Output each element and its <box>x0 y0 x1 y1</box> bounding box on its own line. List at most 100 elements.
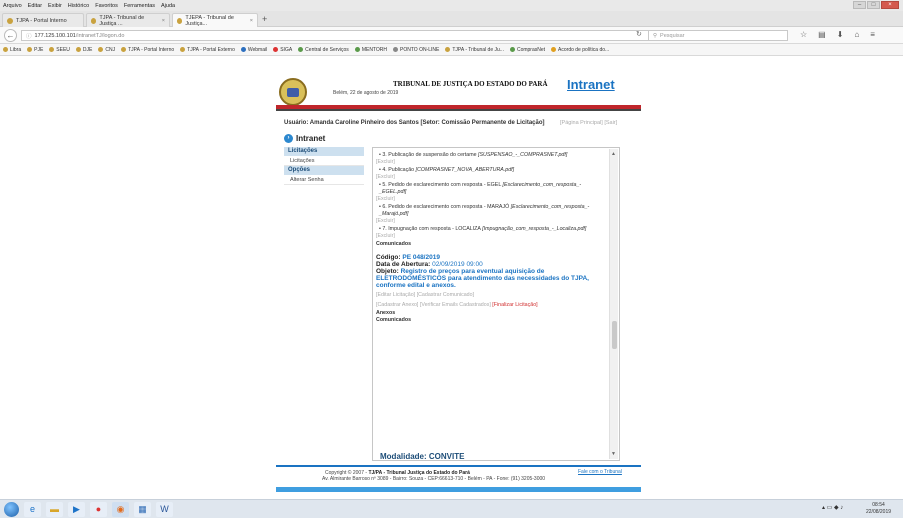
close-tab-icon[interactable]: × <box>250 18 253 24</box>
url-bar[interactable]: ⓘ 177.125.100.101 /intranetTJ/logon.do <box>21 30 650 41</box>
bookmark-item[interactable]: TJPA - Portal Interno <box>121 47 174 53</box>
bookmark-favicon-icon <box>49 46 55 52</box>
search-icon: ⚲ <box>653 32 658 39</box>
arrow-circle-icon: › <box>284 134 293 143</box>
download-icon[interactable]: ⬇ <box>837 30 844 39</box>
scroll-up-arrow-icon[interactable]: ▲ <box>611 151 616 157</box>
sidebar-item-alterar-senha[interactable]: Alterar Senha <box>284 176 364 185</box>
bookmark-item[interactable]: CNJ <box>98 47 115 53</box>
maximize-button[interactable]: □ <box>867 1 880 9</box>
firefox-icon[interactable]: ◉ <box>112 502 129 517</box>
content-scrollbar[interactable]: ▲ ▼ <box>609 149 618 459</box>
home-icon[interactable]: ⌂ <box>854 30 859 39</box>
bookmark-item[interactable]: Libra <box>3 47 21 53</box>
bookmark-favicon-icon <box>75 46 81 52</box>
globe-icon <box>298 46 304 52</box>
excluir-link[interactable]: [Excluir] <box>376 196 606 203</box>
document-link[interactable]: [COMPRASNET_NOVA_ABERTURA.pdf] <box>416 167 515 173</box>
tab-portal-interno[interactable]: TJPA - Portal Interno <box>2 13 84 27</box>
globe-icon <box>509 46 515 52</box>
footer-bar <box>276 487 641 492</box>
navigation-bar: ← ⓘ 177.125.100.101 /intranetTJ/logon.do… <box>0 27 903 44</box>
internet-explorer-icon[interactable]: e <box>24 502 41 517</box>
bookmark-item[interactable]: TJPA - Portal Externo <box>180 47 235 53</box>
file-explorer-icon[interactable]: ▬ <box>46 502 63 517</box>
finalizar-licitacao-link[interactable]: [Finalizar Licitação] <box>492 302 537 308</box>
reload-icon[interactable]: ↻ <box>636 30 642 38</box>
bookmark-star-icon[interactable]: ☆ <box>800 30 807 39</box>
excluir-link[interactable]: [Excluir] <box>376 159 606 166</box>
licitacao-codigo: Código: PE 048/2019 <box>376 254 440 261</box>
new-tab-icon[interactable]: + <box>262 14 267 24</box>
excluir-link[interactable]: [Excluir] <box>376 218 606 225</box>
section-title-text: Intranet <box>296 134 326 143</box>
scroll-thumb[interactable] <box>612 321 617 350</box>
menu-icon[interactable]: ≡ <box>870 30 875 39</box>
bookmark-item[interactable]: PONTO ON-LINE <box>393 47 439 53</box>
chrome-icon[interactable]: ● <box>90 502 107 517</box>
court-name: TRIBUNAL DE JUSTIÇA DO ESTADO DO PARÁ <box>393 80 548 88</box>
bookmark-item[interactable]: PJE <box>27 47 43 53</box>
tab-tjepa-active[interactable]: TJEPA - Tribunal de Justiça... × <box>172 13 258 27</box>
content-frame: • 3. Publicação de suspensão do certame … <box>372 147 620 461</box>
menu-ferramentas[interactable]: Ferramentas <box>124 3 155 9</box>
word-icon[interactable]: W <box>156 502 173 517</box>
tab-tribunal-justica[interactable]: TJPA - Tribunal de Justiça ... × <box>86 13 170 27</box>
banner-dark-stripe <box>276 109 641 111</box>
bookmark-item[interactable]: ComprasNet <box>509 46 545 53</box>
globe-icon <box>354 46 360 52</box>
menu-editar[interactable]: Editar <box>28 3 42 9</box>
excluir-link[interactable]: [Excluir] <box>376 233 606 240</box>
intranet-logo[interactable]: Intranet <box>567 77 615 92</box>
start-button[interactable] <box>4 502 19 517</box>
clock-date: 22/08/2019 <box>866 509 892 515</box>
system-tray-icons[interactable]: ▴ ▭ ◆ ♪ <box>822 504 843 511</box>
excluir-link[interactable]: [Excluir] <box>376 174 606 181</box>
document-link[interactable]: [SUSPENSÃO_-_COMPRASNET.pdf] <box>478 152 567 158</box>
bookmark-item[interactable]: TJPA - Tribunal de Ju... <box>445 47 504 53</box>
bookmark-item[interactable]: MENTORH <box>354 46 387 53</box>
tjpa-favicon-icon <box>91 17 97 24</box>
menu-exibir[interactable]: Exibir <box>48 3 62 9</box>
menu-historico[interactable]: Histórico <box>68 3 89 9</box>
app-icon[interactable]: ▦ <box>134 502 151 517</box>
close-window-button[interactable]: × <box>881 1 899 9</box>
page-viewport: TRIBUNAL DE JUSTIÇA DO ESTADO DO PARÁ Be… <box>0 57 903 499</box>
abertura-value: 02/09/2019 09:00 <box>432 261 483 268</box>
page-icon <box>393 46 398 52</box>
menu-favoritos[interactable]: Favoritos <box>95 3 118 9</box>
content-scroll-area[interactable]: • 3. Publicação de suspensão do certame … <box>376 152 606 460</box>
bookmark-item[interactable]: DJE <box>75 46 92 53</box>
bookmark-item[interactable]: SEEU <box>49 47 70 53</box>
menu-ajuda[interactable]: Ajuda <box>161 3 175 9</box>
licitacao-actions[interactable]: [Editar Licitação] [Cadastrar Comunicado… <box>376 292 606 299</box>
document-item: • 6. Pedido de esclarecimento com respos… <box>379 204 590 217</box>
sidebar: Licitações Licitações Opções Alterar Sen… <box>284 147 364 185</box>
contact-link[interactable]: Fale com o Tribunal <box>578 469 622 475</box>
minimize-button[interactable]: – <box>853 1 866 9</box>
user-label: Usuário: Amanda Caroline Pinheiro dos Sa… <box>284 120 545 126</box>
anexo-links[interactable]: [Cadastrar Anexo] [Verificar Emails Cada… <box>376 302 492 308</box>
reading-list-icon[interactable]: ▤ <box>818 30 826 39</box>
back-arrow-icon[interactable]: ← <box>4 29 17 42</box>
bookmark-item[interactable]: Acordo de política do... <box>551 47 609 53</box>
site-info-icon[interactable]: ⓘ <box>26 32 32 40</box>
scroll-down-arrow-icon[interactable]: ▼ <box>611 451 616 457</box>
objeto-value: Registro de preços para eventual aquisiç… <box>376 268 589 289</box>
search-input[interactable]: ⚲ Pesquisar <box>648 30 788 41</box>
close-tab-icon[interactable]: × <box>162 18 165 24</box>
bookmark-item[interactable]: Webmail <box>240 47 267 53</box>
comunicados-heading: Comunicados <box>376 241 412 247</box>
anexos-heading: Anexos <box>376 310 396 316</box>
intranet-site: TRIBUNAL DE JUSTIÇA DO ESTADO DO PARÁ Be… <box>276 75 641 499</box>
sidebar-group-licitacoes: Licitações <box>284 147 364 156</box>
sidebar-item-licitacoes[interactable]: Licitações <box>284 157 364 166</box>
bookmark-item[interactable]: SIGA <box>273 47 292 53</box>
menu-arquivo[interactable]: Arquivo <box>3 3 22 9</box>
document-link[interactable]: [Impugnação_com_resposta_-_Localiza.pdf] <box>482 226 586 232</box>
user-links[interactable]: [Página Principal] [Sair] <box>560 120 617 126</box>
taskbar-clock[interactable]: 08:54 22/08/2019 <box>866 502 891 516</box>
media-player-icon[interactable]: ▶ <box>68 502 85 517</box>
bookmark-item[interactable]: Central de Serviços <box>298 47 349 53</box>
tjpa-favicon-icon <box>7 17 13 24</box>
